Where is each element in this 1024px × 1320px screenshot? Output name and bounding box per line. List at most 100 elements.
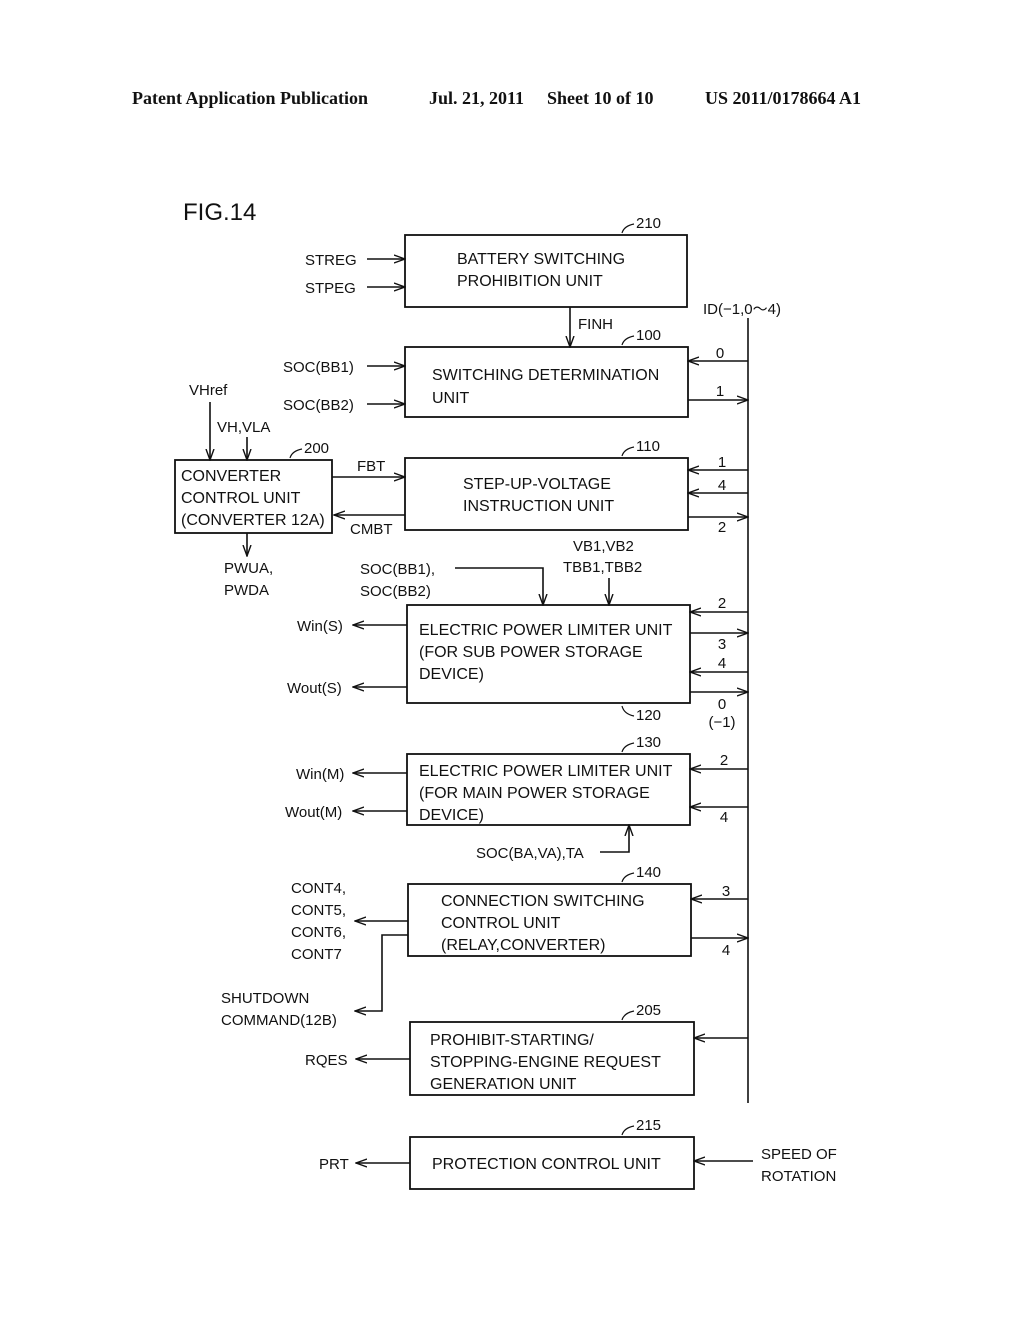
block-110: STEP-UP-VOLTAGE INSTRUCTION UNIT 110: [404, 438, 689, 531]
block-130: ELECTRIC POWER LIMITER UNIT (FOR MAIN POW…: [406, 734, 691, 826]
reference-number: 100: [636, 327, 661, 344]
signal-cmbt: CMBT: [350, 521, 393, 538]
reference-number: 210: [636, 215, 661, 232]
block-110-line: STEP-UP-VOLTAGE: [463, 476, 611, 493]
block-140-line: CONNECTION SWITCHING: [441, 893, 645, 910]
signal-finh: FINH: [578, 316, 613, 333]
bus-value: 4: [722, 942, 730, 959]
signal-rqes: RQES: [305, 1052, 348, 1069]
reference-number: 200: [304, 440, 329, 457]
reference-number: 130: [636, 734, 661, 751]
soc-to-120-arrow: [455, 567, 543, 605]
signal-cont4: CONT4,: [291, 880, 346, 897]
bus-value: 0: [718, 696, 726, 713]
bus-value: 1: [716, 383, 724, 400]
signal-cont7: CONT7: [291, 946, 342, 963]
bus-value: 4: [720, 809, 728, 826]
block-120-line: ELECTRIC POWER LIMITER UNIT: [419, 622, 673, 639]
signal-win-m: Win(M): [296, 766, 344, 783]
block-200-line: CONVERTER: [181, 468, 281, 485]
reference-leader: [621, 705, 635, 717]
block-130-line: (FOR MAIN POWER STORAGE: [419, 785, 650, 802]
reference-leader: [621, 742, 635, 753]
bus-value: 3: [722, 883, 730, 900]
signal-wout-m: Wout(M): [285, 804, 342, 821]
reference-leader: [621, 1010, 635, 1021]
reference-number: 110: [636, 438, 660, 455]
reference-number: 205: [636, 1002, 661, 1019]
block-130-line: DEVICE): [419, 807, 484, 824]
bus-value: 2: [718, 519, 726, 536]
block-200: CONVERTER CONTROL UNIT (CONVERTER 12A) 200: [174, 440, 333, 534]
block-210-frame: [404, 234, 688, 308]
block-215-line: PROTECTION CONTROL UNIT: [432, 1156, 661, 1173]
block-140: CONNECTION SWITCHING CONTROL UNIT (RELAY,…: [407, 864, 692, 957]
bus-value: 2: [718, 595, 726, 612]
block-205-line: PROHIBIT-STARTING/: [430, 1032, 594, 1049]
bus-value: 4: [718, 655, 726, 672]
shutdown-arrow: [355, 934, 408, 1011]
reference-leader: [621, 1125, 635, 1136]
signal-soc-bb1-b: SOC(BB1),: [360, 561, 435, 578]
signal-shutdown-command: COMMAND(12B): [221, 1012, 337, 1029]
bus-value: 4: [718, 477, 726, 494]
bus-value: 0: [716, 345, 724, 362]
reference-number: 120: [636, 707, 661, 724]
block-200-line: CONTROL UNIT: [181, 490, 301, 507]
signal-cont6: CONT6,: [291, 924, 346, 941]
signal-speed-of: SPEED OF: [761, 1146, 837, 1163]
signal-rotation: ROTATION: [761, 1168, 836, 1185]
block-110-frame: [404, 457, 689, 531]
signal-soc-bb1: SOC(BB1): [283, 359, 354, 376]
bus-value: (−1): [708, 714, 735, 731]
signal-vhref: VHref: [189, 382, 228, 399]
soc-ba-arrow: [600, 825, 629, 853]
block-100-line: SWITCHING DETERMINATION: [432, 367, 659, 384]
signal-stpeg: STPEG: [305, 280, 356, 297]
signal-win-s: Win(S): [297, 618, 343, 635]
signal-soc-bb2: SOC(BB2): [283, 397, 354, 414]
block-140-line: (RELAY,CONVERTER): [441, 937, 605, 954]
signal-wout-s: Wout(S): [287, 680, 342, 697]
reference-leader: [621, 872, 635, 883]
signal-pwda: PWDA: [224, 582, 269, 599]
block-100-line: UNIT: [432, 390, 470, 407]
signal-soc-ba: SOC(BA,VA),TA: [476, 845, 584, 862]
signal-streg: STREG: [305, 252, 357, 269]
block-110-line: INSTRUCTION UNIT: [463, 498, 614, 515]
signal-tbb: TBB1,TBB2: [563, 559, 642, 576]
blocks-layer: BATTERY SWITCHING PROHIBITION UNIT 210 SWIT…: [174, 215, 695, 1190]
block-140-line: CONTROL UNIT: [441, 915, 561, 932]
reference-leader: [621, 446, 635, 457]
reference-leader: [621, 335, 635, 346]
block-diagram: FIG.14 BATTERY SWITCHING PROHIBITION UNIT…: [174, 199, 837, 1190]
block-120: ELECTRIC POWER LIMITER UNIT (FOR SUB POWE…: [406, 604, 691, 724]
block-200-line: (CONVERTER 12A): [181, 512, 325, 529]
block-205-line: STOPPING-ENGINE REQUEST: [430, 1054, 661, 1071]
signal-fbt: FBT: [357, 458, 385, 475]
block-100: SWITCHING DETERMINATION UNIT 100: [404, 327, 689, 418]
signal-pwua: PWUA,: [224, 560, 273, 577]
signal-shutdown: SHUTDOWN: [221, 990, 309, 1007]
block-210-line: PROHIBITION UNIT: [457, 273, 603, 290]
block-215: PROTECTION CONTROL UNIT 215: [409, 1117, 695, 1190]
reference-number: 140: [636, 864, 661, 881]
signal-prt: PRT: [319, 1156, 349, 1173]
block-210-line: BATTERY SWITCHING: [457, 251, 625, 268]
block-205-line: GENERATION UNIT: [430, 1076, 577, 1093]
signal-vb: VB1,VB2: [573, 538, 634, 555]
block-205: PROHIBIT-STARTING/STOPPING-ENGINE REQUES…: [409, 1002, 695, 1096]
reference-leader: [621, 223, 635, 234]
id-bus-label: ID(−1,0〜4): [703, 301, 781, 318]
reference-leader: [289, 448, 303, 459]
signal-vh-vla: VH,VLA: [217, 419, 270, 436]
block-120-line: DEVICE): [419, 666, 484, 683]
reference-number: 215: [636, 1117, 661, 1134]
block-120-line: (FOR SUB POWER STORAGE: [419, 644, 643, 661]
block-130-line: ELECTRIC POWER LIMITER UNIT: [419, 763, 673, 780]
figure-label: FIG.14: [183, 199, 256, 226]
signal-soc-bb2-b: SOC(BB2): [360, 583, 431, 600]
bus-value: 2: [720, 752, 728, 769]
signal-cont5: CONT5,: [291, 902, 346, 919]
block-210: BATTERY SWITCHING PROHIBITION UNIT 210: [404, 215, 688, 308]
